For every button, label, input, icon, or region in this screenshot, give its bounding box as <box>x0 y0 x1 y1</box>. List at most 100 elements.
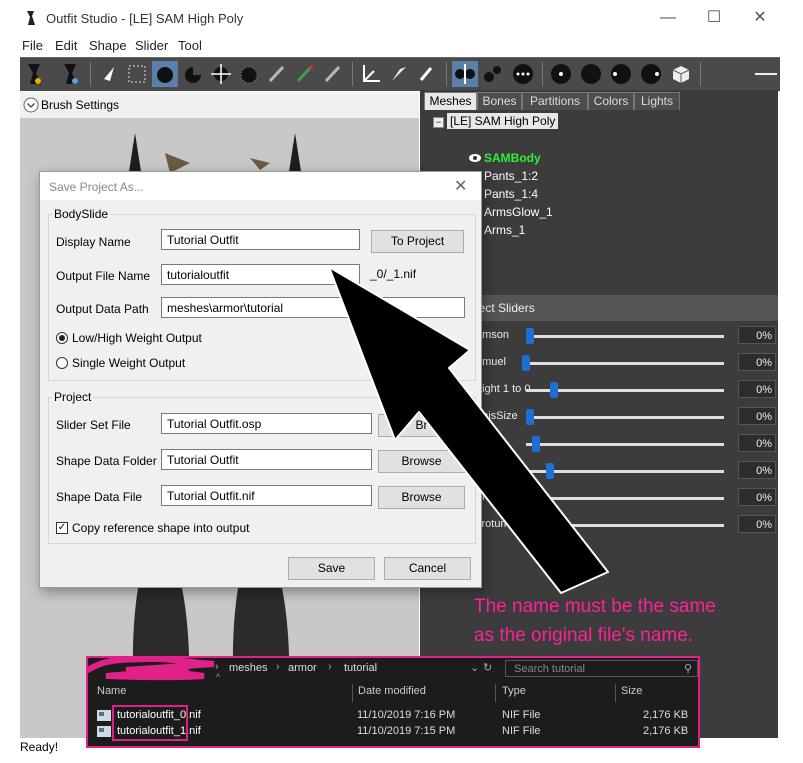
tree-item-pants-1-2[interactable]: Pants_1:2 <box>484 169 538 183</box>
title-bar: Outfit Studio - [LE] SAM High Poly — ☐ ✕ <box>0 0 803 36</box>
tree-root[interactable]: [LE] SAM High Poly <box>447 113 559 129</box>
view-back-icon[interactable] <box>578 61 604 87</box>
copy-reference-label: Copy reference shape into output <box>72 521 250 535</box>
output-file-label: Output File Name <box>56 269 151 283</box>
perspective-icon[interactable] <box>668 61 694 87</box>
column-date[interactable]: Date modified <box>358 685 426 697</box>
view-left-icon[interactable] <box>608 61 634 87</box>
refresh-icon[interactable]: ↻ <box>483 661 492 674</box>
pivot-tool-icon[interactable] <box>386 61 412 87</box>
tree-item-arms-1[interactable]: Arms_1 <box>484 223 525 237</box>
toolbar <box>20 57 780 91</box>
brush-inflate-icon[interactable] <box>58 61 84 87</box>
file-type: NIF File <box>502 725 541 737</box>
slider-value[interactable]: 0% <box>738 488 776 506</box>
tab-meshes[interactable]: Meshes <box>424 92 477 111</box>
move-tool-icon[interactable] <box>208 61 234 87</box>
to-project-button[interactable]: To Project <box>371 230 464 253</box>
single-weight-radio[interactable] <box>56 357 68 369</box>
tab-partitions[interactable]: Partitions <box>522 92 588 111</box>
slider-value[interactable]: 0% <box>738 353 776 371</box>
mirror-x-icon[interactable] <box>452 61 478 87</box>
menu-file[interactable]: File <box>22 38 43 53</box>
slider-set-label: Slider Set File <box>56 418 131 432</box>
display-name-field[interactable]: Tutorial Outfit <box>161 229 360 250</box>
low-high-label: Low/High Weight Output <box>72 331 202 345</box>
color-tool-icon[interactable] <box>320 61 346 87</box>
mask-tool-icon[interactable] <box>124 61 150 87</box>
file-icon <box>97 726 111 737</box>
menu-shape[interactable]: Shape <box>89 38 127 53</box>
annotation-line-2: as the original file's name. <box>474 625 694 646</box>
select-tool-icon[interactable] <box>96 61 122 87</box>
view-right-icon[interactable] <box>638 61 664 87</box>
slider-value[interactable]: 0% <box>738 461 776 479</box>
dialog-title: Save Project As... <box>49 180 144 194</box>
smooth-tool-icon[interactable] <box>236 61 262 87</box>
chevron-down-icon[interactable] <box>23 97 39 113</box>
column-name[interactable]: Name <box>97 685 126 697</box>
chevron-right-icon: › <box>276 661 280 673</box>
file-date: 11/10/2019 7:16 PM <box>357 709 456 721</box>
weight-tool-icon[interactable] <box>292 61 318 87</box>
explorer-search-box[interactable]: Search tutorial ⚲ <box>505 660 698 677</box>
tree-item-armsglow-1[interactable]: ArmsGlow_1 <box>484 205 553 219</box>
search-icon: ⚲ <box>684 663 693 675</box>
menu-edit[interactable]: Edit <box>55 38 77 53</box>
file-date: 11/10/2019 7:15 PM <box>357 725 456 737</box>
show-mask-icon[interactable] <box>510 61 536 87</box>
slider-value[interactable]: 0% <box>738 326 776 344</box>
file-type: NIF File <box>502 709 541 721</box>
brush-settings-bar[interactable]: Brush Settings <box>20 92 419 118</box>
shape-folder-label: Shape Data Folder <box>56 454 157 468</box>
project-group-label: Project <box>52 390 94 404</box>
vertex-edit-icon[interactable] <box>414 61 440 87</box>
maximize-button[interactable]: ☐ <box>694 4 734 32</box>
tab-lights[interactable]: Lights <box>634 92 680 111</box>
undiff-tool-icon[interactable] <box>264 61 290 87</box>
tree-item-sambody[interactable]: SAMBody <box>484 151 541 165</box>
show-vertices-icon[interactable] <box>480 61 506 87</box>
brush-select-icon[interactable] <box>22 61 48 87</box>
window-title: Outfit Studio - [LE] SAM High Poly <box>46 11 244 26</box>
eye-icon[interactable] <box>468 153 482 163</box>
copy-reference-checkbox[interactable]: ✓ <box>56 522 68 534</box>
low-high-radio[interactable] <box>56 332 68 344</box>
dialog-title-bar: Save Project As... ✕ <box>40 172 481 200</box>
deflate-tool-icon[interactable] <box>180 61 206 87</box>
menu-bar: File Edit Shape Slider Tool <box>0 36 803 56</box>
breadcrumb-armor[interactable]: armor <box>288 662 317 674</box>
tab-bones[interactable]: Bones <box>477 92 522 111</box>
inflate-tool-icon[interactable] <box>152 61 178 87</box>
menu-slider[interactable]: Slider <box>135 38 168 53</box>
column-type[interactable]: Type <box>502 685 526 697</box>
close-button[interactable]: ✕ <box>740 4 780 32</box>
slider-value[interactable]: 0% <box>738 434 776 452</box>
app-icon <box>27 11 35 25</box>
search-placeholder: Search tutorial <box>514 663 585 675</box>
collapse-icon[interactable]: − <box>433 117 444 128</box>
file-size: 2,176 KB <box>643 709 689 721</box>
single-weight-label: Single Weight Output <box>72 356 186 370</box>
slider-value[interactable]: 0% <box>738 515 776 533</box>
file-size: 2,176 KB <box>643 725 689 737</box>
slider-value[interactable]: 0% <box>738 380 776 398</box>
filename-highlight <box>112 705 188 741</box>
view-front-icon[interactable] <box>548 61 574 87</box>
annotation-line-1: The name must be the same <box>474 596 716 617</box>
transform-tool-icon[interactable] <box>358 61 384 87</box>
chevron-right-icon: › <box>328 661 332 673</box>
dialog-close-button[interactable]: ✕ <box>454 176 467 196</box>
brush-settings-label: Brush Settings <box>41 98 120 112</box>
slider-value[interactable]: 0% <box>738 407 776 425</box>
breadcrumb-meshes[interactable]: meshes <box>229 662 268 674</box>
toolbar-slider[interactable] <box>755 73 777 75</box>
redaction-scribble <box>86 655 215 681</box>
breadcrumb-tutorial[interactable]: tutorial <box>344 662 377 674</box>
chevron-down-icon[interactable]: ⌄ <box>470 661 479 674</box>
tree-item-pants-1-4[interactable]: Pants_1:4 <box>484 187 538 201</box>
minimize-button[interactable]: — <box>648 4 688 32</box>
tab-colors[interactable]: Colors <box>588 92 634 111</box>
column-size[interactable]: Size <box>621 685 642 697</box>
menu-tool[interactable]: Tool <box>178 38 202 53</box>
